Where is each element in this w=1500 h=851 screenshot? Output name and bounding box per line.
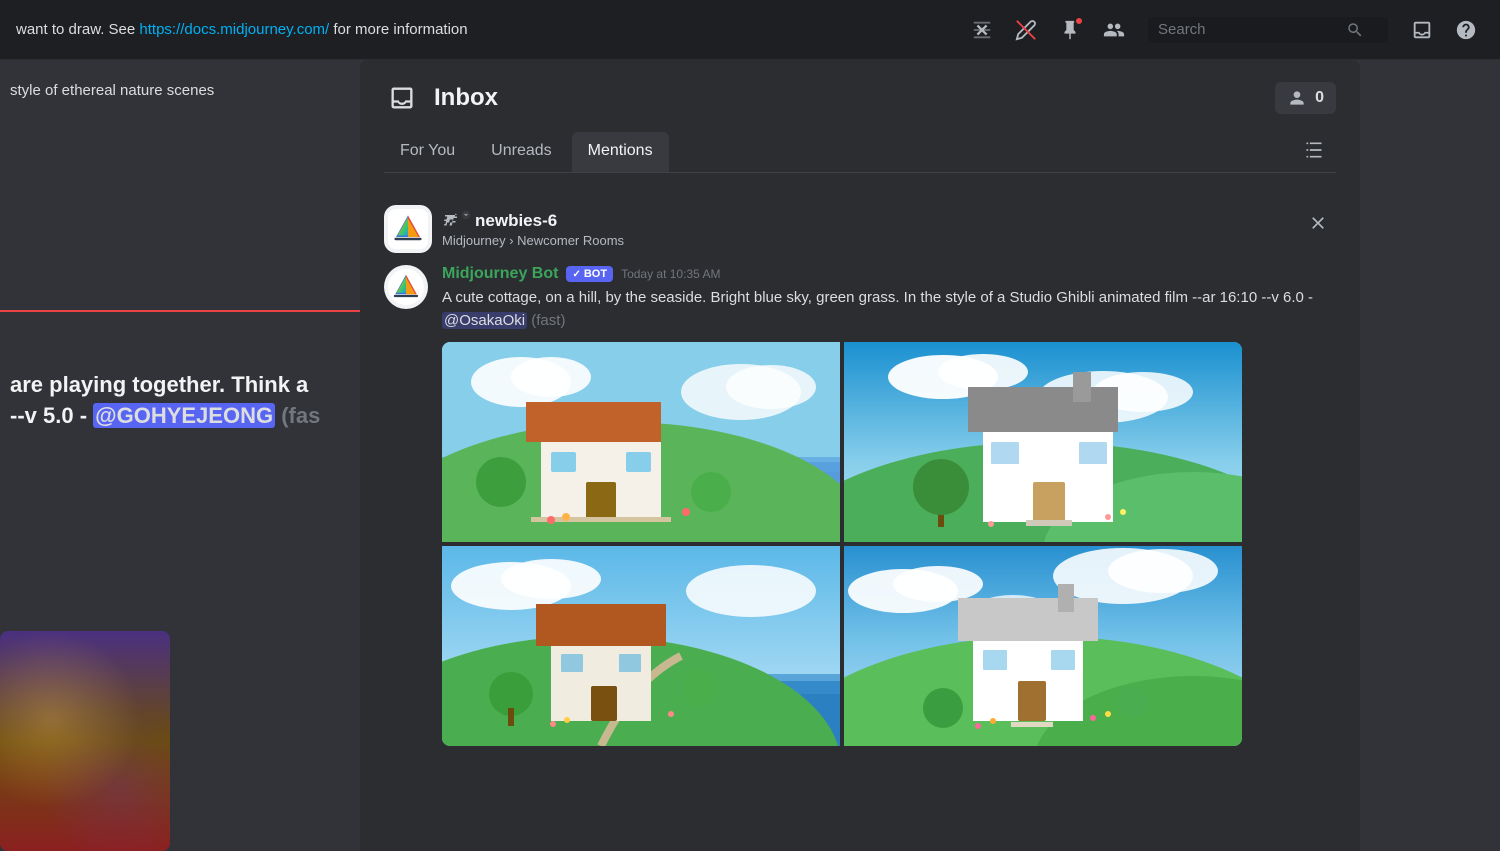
inbox-icon bbox=[384, 80, 420, 116]
channel-info: newbies-6 Midjourney › Newcomer Rooms bbox=[442, 210, 624, 248]
bot-badge: ✓ BOT bbox=[566, 266, 613, 282]
inbox-icon-top[interactable] bbox=[1404, 12, 1440, 48]
slash-icon[interactable] bbox=[964, 12, 1000, 48]
message-avatar bbox=[384, 265, 428, 309]
message-meta: Midjourney Bot ✓ BOT Today at 10:35 AM bbox=[442, 265, 1336, 283]
inbox-content: newbies-6 Midjourney › Newcomer Rooms bbox=[360, 173, 1360, 851]
top-bar-icons bbox=[964, 12, 1484, 48]
tab-for-you[interactable]: For You bbox=[384, 132, 471, 172]
background-left: style of ethereal nature scenes are play… bbox=[0, 60, 360, 851]
inbox-title: Inbox bbox=[384, 80, 498, 116]
channel-name: newbies-6 bbox=[442, 210, 624, 231]
message-body: Midjourney Bot ✓ BOT Today at 10:35 AM A… bbox=[442, 265, 1336, 746]
red-divider bbox=[0, 310, 360, 312]
tabs-left: For You Unreads Mentions bbox=[384, 132, 669, 172]
grid-image-4 bbox=[844, 546, 1242, 746]
inbox-count-button[interactable]: 0 bbox=[1275, 82, 1336, 114]
search-bar[interactable] bbox=[1148, 17, 1388, 43]
bg-username: @GOHYEJEONG bbox=[93, 403, 275, 428]
search-icon bbox=[1346, 21, 1364, 39]
message-time: Today at 10:35 AM bbox=[621, 267, 720, 281]
pin-icon[interactable] bbox=[1052, 12, 1088, 48]
bg-text-ethereal: style of ethereal nature scenes bbox=[0, 80, 360, 101]
message-text: A cute cottage, on a hill, by the seasid… bbox=[442, 287, 1336, 332]
inbox-item: newbies-6 Midjourney › Newcomer Rooms bbox=[360, 189, 1360, 762]
background-image bbox=[0, 631, 170, 851]
help-icon[interactable] bbox=[1448, 12, 1484, 48]
message: Midjourney Bot ✓ BOT Today at 10:35 AM A… bbox=[384, 265, 1336, 746]
channel-info-row: newbies-6 Midjourney › Newcomer Rooms bbox=[384, 205, 624, 253]
inbox-header: Inbox 0 For You Unreads Mentions bbox=[360, 60, 1360, 173]
right-side bbox=[1360, 60, 1500, 851]
grid-image-1 bbox=[442, 342, 840, 542]
inbox-tabs: For You Unreads Mentions bbox=[384, 132, 1336, 173]
hash-icon bbox=[442, 210, 471, 231]
announcement-link[interactable]: https://docs.midjourney.com/ bbox=[139, 21, 329, 38]
notification-dot bbox=[1074, 16, 1084, 26]
close-button[interactable] bbox=[1300, 205, 1336, 241]
top-bar: want to draw. See https://docs.midjourne… bbox=[0, 0, 1500, 60]
bot-name: Midjourney Bot bbox=[442, 265, 558, 283]
image-grid bbox=[442, 342, 1242, 746]
channel-path: Midjourney › Newcomer Rooms bbox=[442, 233, 624, 248]
filter-button[interactable] bbox=[1296, 132, 1332, 168]
mention-tag: @OsakaOki bbox=[442, 312, 527, 329]
tab-mentions[interactable]: Mentions bbox=[572, 132, 669, 172]
search-input[interactable] bbox=[1158, 21, 1338, 38]
grid-image-2 bbox=[844, 342, 1242, 542]
pencil-icon[interactable] bbox=[1008, 12, 1044, 48]
announcement-text: want to draw. See https://docs.midjourne… bbox=[16, 21, 964, 38]
speed-indicator: (fast) bbox=[531, 312, 565, 329]
members-icon[interactable] bbox=[1096, 12, 1132, 48]
server-avatar bbox=[384, 205, 432, 253]
bg-text-playing: are playing together. Think a --v 5.0 - … bbox=[0, 370, 360, 432]
tab-unreads[interactable]: Unreads bbox=[475, 132, 567, 172]
inbox-item-header: newbies-6 Midjourney › Newcomer Rooms bbox=[384, 205, 1336, 253]
inbox-label: Inbox bbox=[434, 84, 498, 112]
inbox-panel: Inbox 0 For You Unreads Mentions bbox=[360, 60, 1360, 851]
inbox-count: 0 bbox=[1315, 89, 1324, 107]
grid-image-3 bbox=[442, 546, 840, 746]
